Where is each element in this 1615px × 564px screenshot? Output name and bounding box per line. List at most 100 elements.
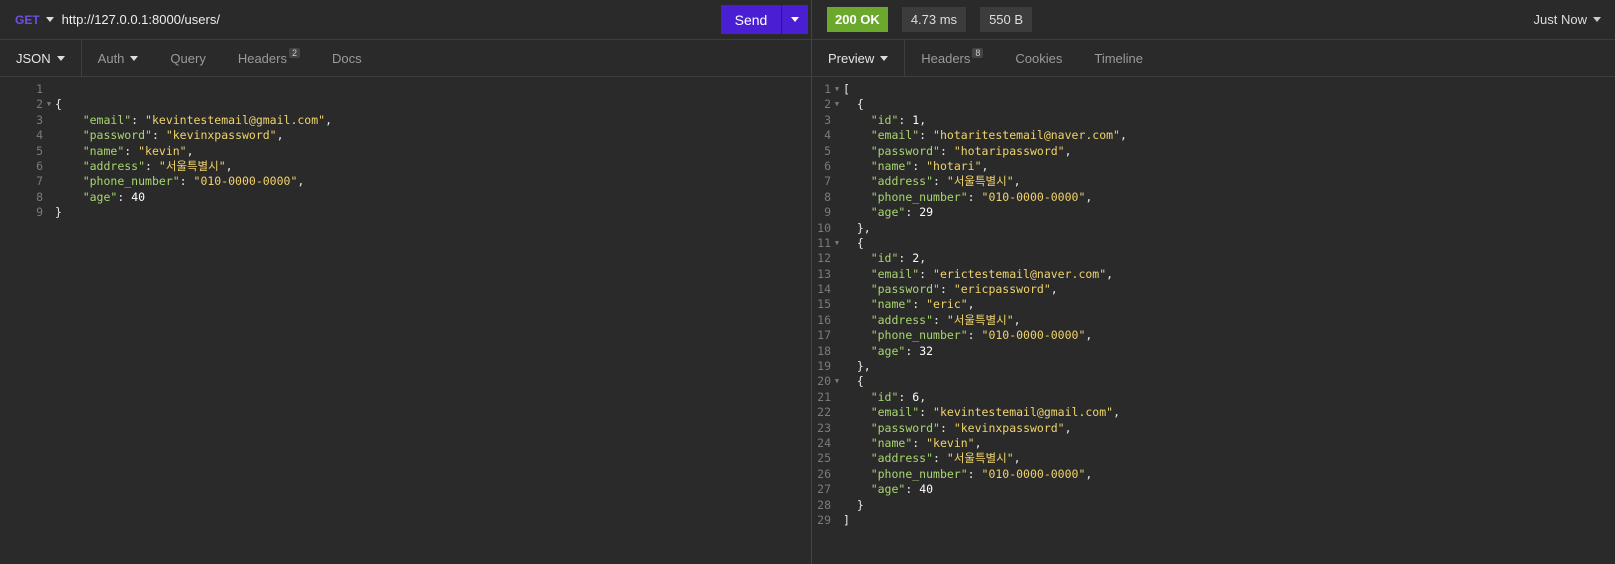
code-text: "age": 40 bbox=[870, 482, 934, 497]
line-number: 3 bbox=[36, 112, 43, 127]
fold-gutter bbox=[43, 144, 55, 159]
code-text: [ bbox=[843, 82, 850, 96]
fold-gutter bbox=[831, 359, 843, 374]
fold-toggle-icon[interactable]: ▼ bbox=[831, 374, 843, 389]
tab-auth[interactable]: Auth bbox=[82, 40, 155, 76]
code-line: 9 "age": 29 bbox=[812, 205, 1615, 220]
tab-json[interactable]: JSON bbox=[0, 40, 82, 76]
line-number: 7 bbox=[824, 174, 831, 189]
line-number: 2 bbox=[824, 97, 831, 112]
line-number: 28 bbox=[817, 497, 831, 512]
line-number: 1 bbox=[36, 82, 43, 96]
code-text: "name": "kevin", bbox=[870, 435, 982, 450]
status-badge: 200 OK bbox=[827, 7, 888, 32]
tab-query[interactable]: Query bbox=[154, 40, 221, 76]
send-button[interactable]: Send bbox=[721, 5, 781, 34]
method-label: GET bbox=[15, 12, 40, 27]
request-body-editor[interactable]: 1 2 ▼{3 "email": "kevintestemail@gmail.com… bbox=[0, 82, 811, 221]
fold-toggle-icon[interactable]: ▼ bbox=[831, 236, 843, 251]
chevron-down-icon bbox=[130, 55, 139, 61]
fold-gutter bbox=[831, 313, 843, 328]
code-line: 10 }, bbox=[812, 221, 1615, 236]
fold-toggle-icon[interactable]: ▼ bbox=[831, 97, 843, 112]
code-line: 9} bbox=[0, 205, 811, 220]
line-number: 26 bbox=[817, 466, 831, 481]
line-number: 27 bbox=[817, 482, 831, 497]
url-input[interactable]: http://127.0.0.1:8000/users/ bbox=[62, 12, 220, 27]
chevron-down-icon bbox=[880, 55, 889, 61]
fold-toggle-icon[interactable]: ▼ bbox=[831, 82, 843, 97]
tab-cookies[interactable]: Cookies bbox=[999, 40, 1078, 76]
code-text: "phone_number": "010-0000-0000", bbox=[870, 189, 1093, 204]
code-line: 23 "password": "kevinxpassword", bbox=[812, 421, 1615, 436]
code-text: "email": "erictestemail@naver.com", bbox=[870, 266, 1114, 281]
fold-gutter bbox=[43, 174, 55, 189]
tab-label: Headers bbox=[237, 50, 287, 66]
line-number: 18 bbox=[817, 343, 831, 358]
code-line: 7 "address": "서울특별시", bbox=[812, 174, 1615, 189]
code-line: 24 "name": "kevin", bbox=[812, 436, 1615, 451]
tab-preview[interactable]: Preview bbox=[812, 40, 906, 76]
tab-timeline[interactable]: Timeline bbox=[1078, 40, 1159, 76]
code-line: 18 "age": 32 bbox=[812, 344, 1615, 359]
fold-gutter bbox=[831, 267, 843, 282]
line-number: 6 bbox=[36, 158, 43, 173]
line-number: 22 bbox=[817, 405, 831, 420]
fold-gutter bbox=[831, 344, 843, 359]
tab-label: Cookies bbox=[1015, 50, 1063, 66]
code-text: "phone_number": "010-0000-0000", bbox=[870, 466, 1093, 481]
chevron-down-icon bbox=[45, 17, 54, 22]
fold-gutter bbox=[831, 128, 843, 143]
line-number: 3 bbox=[824, 112, 831, 127]
fold-gutter bbox=[831, 421, 843, 436]
line-number: 8 bbox=[824, 189, 831, 204]
fold-gutter bbox=[831, 436, 843, 451]
code-text: { bbox=[843, 235, 864, 250]
line-number: 8 bbox=[36, 189, 43, 204]
history-dropdown[interactable]: Just Now bbox=[1534, 12, 1601, 27]
code-text: "id": 6, bbox=[870, 389, 927, 404]
fold-gutter bbox=[831, 174, 843, 189]
fold-gutter bbox=[43, 128, 55, 143]
code-text: "email": "kevintestemail@gmail.com", bbox=[870, 405, 1120, 420]
line-number: 13 bbox=[817, 266, 831, 281]
code-line: 6 "name": "hotari", bbox=[812, 159, 1615, 174]
code-text: "password": "kevinxpassword", bbox=[82, 128, 284, 143]
send-options-button[interactable] bbox=[782, 5, 808, 34]
request-pane: GET http://127.0.0.1:8000/users/ Send JS… bbox=[0, 0, 811, 564]
tab-label: Timeline bbox=[1094, 50, 1144, 66]
tab-headers[interactable]: Headers 2 bbox=[222, 40, 316, 76]
code-text: "password": "ericpassword", bbox=[870, 282, 1058, 297]
response-status-bar: 200 OK 4.73 ms 550 B Just Now bbox=[812, 0, 1615, 40]
fold-toggle-icon[interactable]: ▼ bbox=[43, 97, 55, 112]
line-number: 24 bbox=[817, 435, 831, 450]
line-number: 19 bbox=[817, 359, 831, 374]
code-text: "name": "kevin", bbox=[82, 143, 194, 158]
fold-gutter bbox=[831, 144, 843, 159]
line-number: 25 bbox=[817, 451, 831, 466]
code-text: "email": "kevintestemail@gmail.com", bbox=[82, 112, 332, 127]
fold-gutter bbox=[831, 451, 843, 466]
code-text: "password": "kevinxpassword", bbox=[870, 420, 1072, 435]
tab-label: Headers bbox=[921, 50, 971, 66]
line-number: 4 bbox=[36, 128, 43, 143]
fold-gutter bbox=[831, 328, 843, 343]
fold-gutter bbox=[831, 390, 843, 405]
tab-headers[interactable]: Headers 8 bbox=[905, 40, 999, 76]
code-line: 19 }, bbox=[812, 359, 1615, 374]
code-line: 20 ▼ { bbox=[812, 374, 1615, 389]
tab-docs[interactable]: Docs bbox=[316, 40, 378, 76]
tab-label: Query bbox=[170, 50, 206, 66]
fold-gutter bbox=[831, 159, 843, 174]
code-text: { bbox=[55, 97, 62, 112]
code-text: "address": "서울특별시", bbox=[870, 312, 1021, 327]
count-badge: 2 bbox=[288, 48, 300, 58]
code-text: "password": "hotaripassword", bbox=[870, 143, 1072, 158]
fold-gutter bbox=[831, 190, 843, 205]
code-line: 8 "phone_number": "010-0000-0000", bbox=[812, 190, 1615, 205]
fold-gutter bbox=[43, 113, 55, 128]
code-line: 17 "phone_number": "010-0000-0000", bbox=[812, 328, 1615, 343]
method-selector[interactable]: GET bbox=[0, 13, 54, 27]
code-line: 29] bbox=[812, 513, 1615, 528]
code-line: 2 ▼ { bbox=[812, 97, 1615, 112]
